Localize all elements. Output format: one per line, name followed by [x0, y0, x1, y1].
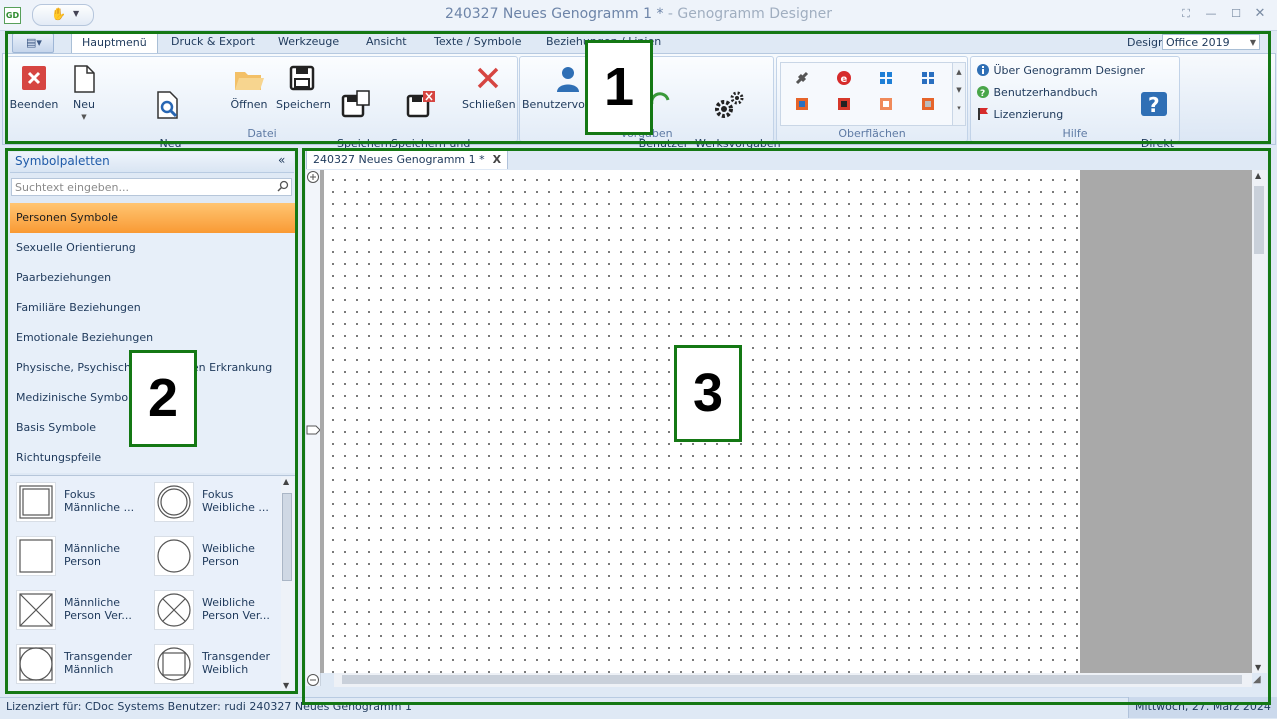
minimize-button[interactable]: — — [1201, 6, 1221, 22]
app-name: Genogramm Designer — [677, 6, 832, 22]
maximize-button[interactable]: ☐ — [1226, 6, 1246, 22]
annotation-box-3 — [302, 148, 1271, 705]
callout-1: 1 — [585, 40, 653, 135]
title-separator: - — [663, 6, 678, 22]
callout-2: 2 — [129, 350, 197, 447]
callout-3: 3 — [674, 345, 742, 442]
document-title: 240327 Neues Genogramm 1 * — [445, 6, 664, 22]
close-window-button[interactable]: ✕ — [1250, 6, 1270, 22]
restore-layout-icon[interactable]: ⛶ — [1176, 6, 1196, 22]
window-title: 240327 Neues Genogramm 1 * - Genogramm D… — [0, 6, 1277, 22]
